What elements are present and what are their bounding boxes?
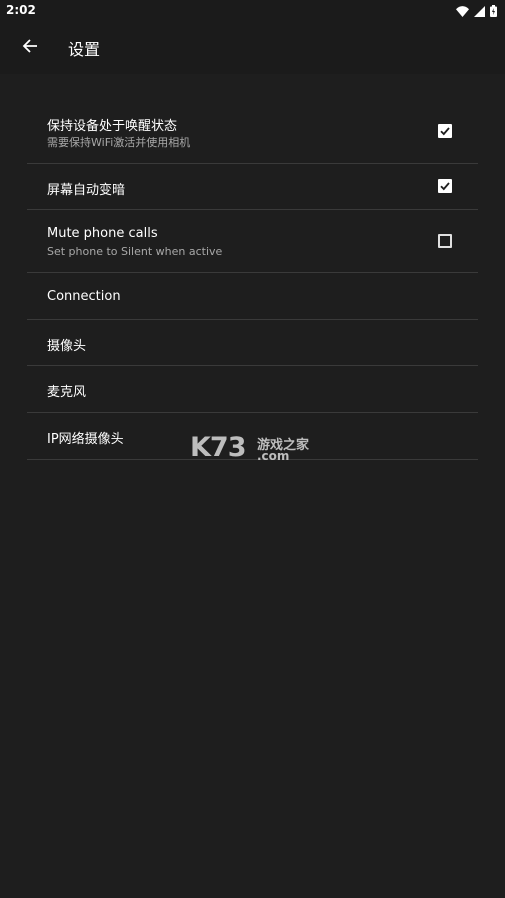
auto-dim-checkbox[interactable] <box>438 179 452 193</box>
setting-subtitle: 需要保持WiFi激活并使用相机 <box>47 136 191 149</box>
setting-title: 屏幕自动变暗 <box>47 183 126 198</box>
back-button[interactable] <box>16 34 44 62</box>
status-time: 2:02 <box>6 3 36 17</box>
setting-title: IP网络摄像头 <box>47 432 124 447</box>
setting-title: Connection <box>47 289 121 304</box>
keep-awake-checkbox[interactable] <box>438 124 452 138</box>
watermark-brand: K73 <box>190 432 246 463</box>
setting-mute-calls[interactable]: Mute phone calls Set phone to Silent whe… <box>27 210 478 273</box>
status-icons <box>456 4 497 18</box>
status-bar: 2:02 <box>0 0 505 22</box>
page-title: 设置 <box>68 40 101 59</box>
setting-subtitle: Set phone to Silent when active <box>47 245 223 258</box>
setting-connection[interactable]: Connection <box>27 273 478 320</box>
app-bar: 设置 <box>0 22 505 74</box>
signal-icon <box>474 2 485 21</box>
setting-title: Mute phone calls <box>47 226 158 241</box>
arrow-left-icon <box>22 38 38 58</box>
setting-camera[interactable]: 摄像头 <box>27 320 478 366</box>
watermark-domain: .com <box>257 449 290 463</box>
watermark-logo: K73 游戏之家 .com <box>190 432 320 464</box>
setting-title: 摄像头 <box>47 339 87 354</box>
setting-microphone[interactable]: 麦克风 <box>27 366 478 413</box>
mute-calls-checkbox[interactable] <box>438 234 452 248</box>
setting-title: 麦克风 <box>47 385 87 400</box>
battery-icon <box>490 2 497 21</box>
setting-keep-awake[interactable]: 保持设备处于唤醒状态 需要保持WiFi激活并使用相机 <box>27 101 478 164</box>
wifi-icon <box>456 2 469 21</box>
setting-auto-dim[interactable]: 屏幕自动变暗 <box>27 164 478 210</box>
settings-list: 保持设备处于唤醒状态 需要保持WiFi激活并使用相机 屏幕自动变暗 Mute p… <box>27 101 478 460</box>
setting-title: 保持设备处于唤醒状态 <box>47 119 178 134</box>
